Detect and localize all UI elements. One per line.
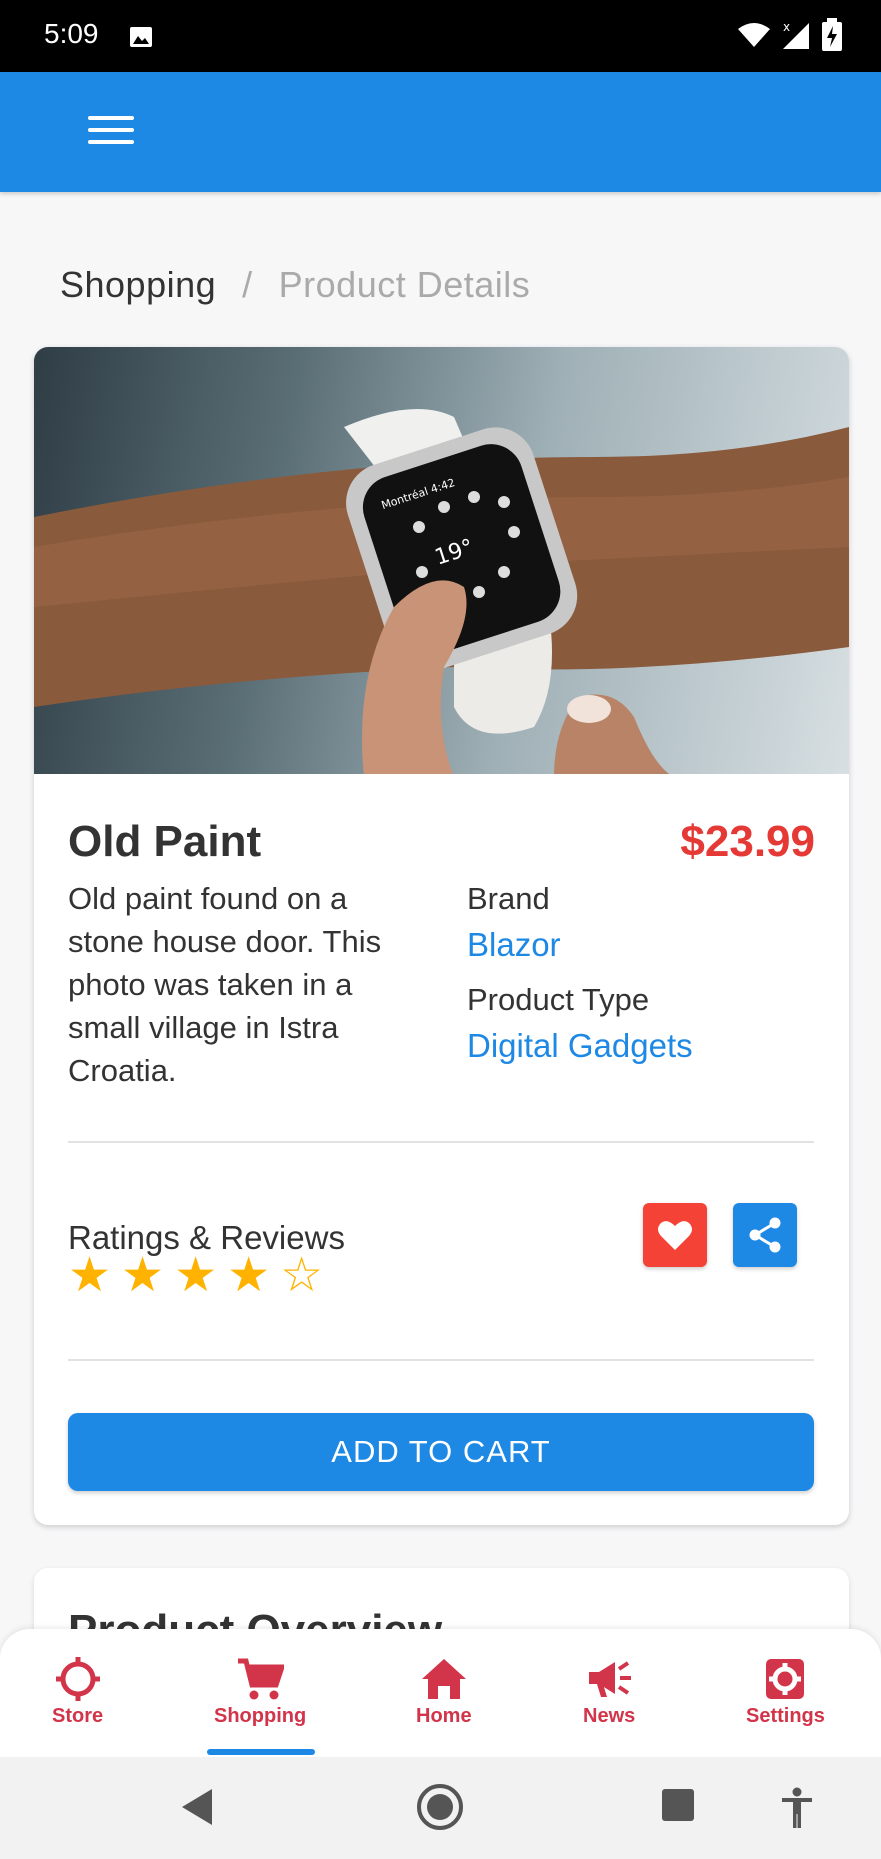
app-bar [0, 72, 881, 192]
product-image: 19° Montréal 4:42 [34, 347, 849, 774]
home-icon [421, 1659, 466, 1699]
brand-link[interactable]: Blazor [467, 920, 693, 978]
breadcrumb-separator: / [242, 264, 253, 305]
product-type-link[interactable]: Digital Gadgets [467, 1021, 693, 1079]
nav-label: Settings [746, 1705, 825, 1727]
crosshair-icon [55, 1657, 100, 1701]
star-filled-icon: ★ [227, 1249, 271, 1302]
home-circle-icon[interactable] [416, 1783, 464, 1831]
gear-icon [766, 1659, 805, 1699]
product-card: 19° Montréal 4:42 Old Paint $23.99 Old p… [34, 347, 849, 1525]
nav-label: Store [52, 1705, 104, 1727]
status-bar: 5:09 x [0, 0, 881, 72]
star-filled-icon: ★ [174, 1249, 218, 1302]
active-tab-indicator [207, 1749, 315, 1755]
system-nav-bar [0, 1757, 881, 1859]
nav-label: Home [416, 1705, 472, 1727]
nav-item-news[interactable]: News [583, 1657, 635, 1728]
megaphone-icon [589, 1661, 632, 1697]
cart-icon [238, 1658, 285, 1700]
divider [68, 1359, 814, 1361]
nav-item-settings[interactable]: Settings [746, 1657, 825, 1728]
star-filled-icon: ★ [121, 1249, 165, 1302]
nav-item-store[interactable]: Store [52, 1657, 103, 1728]
svg-text:x: x [783, 20, 790, 34]
share-button[interactable] [733, 1203, 797, 1267]
product-info: Brand Blazor Product Type Digital Gadget… [467, 877, 693, 1079]
battery-charging-icon [822, 18, 842, 51]
brand-label: Brand [467, 881, 550, 916]
smartwatch-photo: 19° Montréal 4:42 [34, 409, 849, 774]
star-filled-icon: ★ [68, 1249, 112, 1302]
product-price: $23.99 [680, 817, 815, 866]
star-empty-icon: ☆ [280, 1249, 324, 1302]
nav-label: News [583, 1705, 636, 1727]
image-notification-icon [130, 27, 152, 47]
rating-stars: ★ ★ ★ ★ ☆ [68, 1247, 323, 1303]
favorite-button[interactable] [643, 1203, 707, 1267]
product-description: Old paint found on a stone house door. T… [68, 881, 382, 1088]
breadcrumb-current-page: Product Details [278, 264, 531, 305]
add-to-cart-button[interactable]: ADD TO CART [68, 1413, 814, 1491]
wifi-icon [738, 23, 770, 47]
hamburger-menu-icon[interactable] [88, 116, 134, 148]
product-title: Old Paint [68, 817, 262, 866]
status-icons: x [737, 18, 843, 52]
status-time: 5:09 [44, 18, 99, 49]
breadcrumb-shopping[interactable]: Shopping [60, 264, 216, 306]
accessibility-icon[interactable] [780, 1787, 814, 1829]
bottom-nav: Store Shopping Home News Settings [0, 1629, 881, 1757]
heart-icon [658, 1221, 692, 1250]
breadcrumb: Shopping / Product Details [60, 264, 530, 306]
nav-item-shopping[interactable]: Shopping [214, 1657, 306, 1728]
nav-item-home[interactable]: Home [416, 1657, 472, 1728]
nav-label: Shopping [214, 1705, 307, 1727]
product-type-label: Product Type [467, 982, 650, 1017]
recents-icon[interactable] [660, 1787, 696, 1823]
back-icon[interactable] [180, 1787, 216, 1827]
signal-icon: x [783, 20, 809, 49]
divider [68, 1141, 814, 1143]
share-icon [749, 1217, 781, 1253]
